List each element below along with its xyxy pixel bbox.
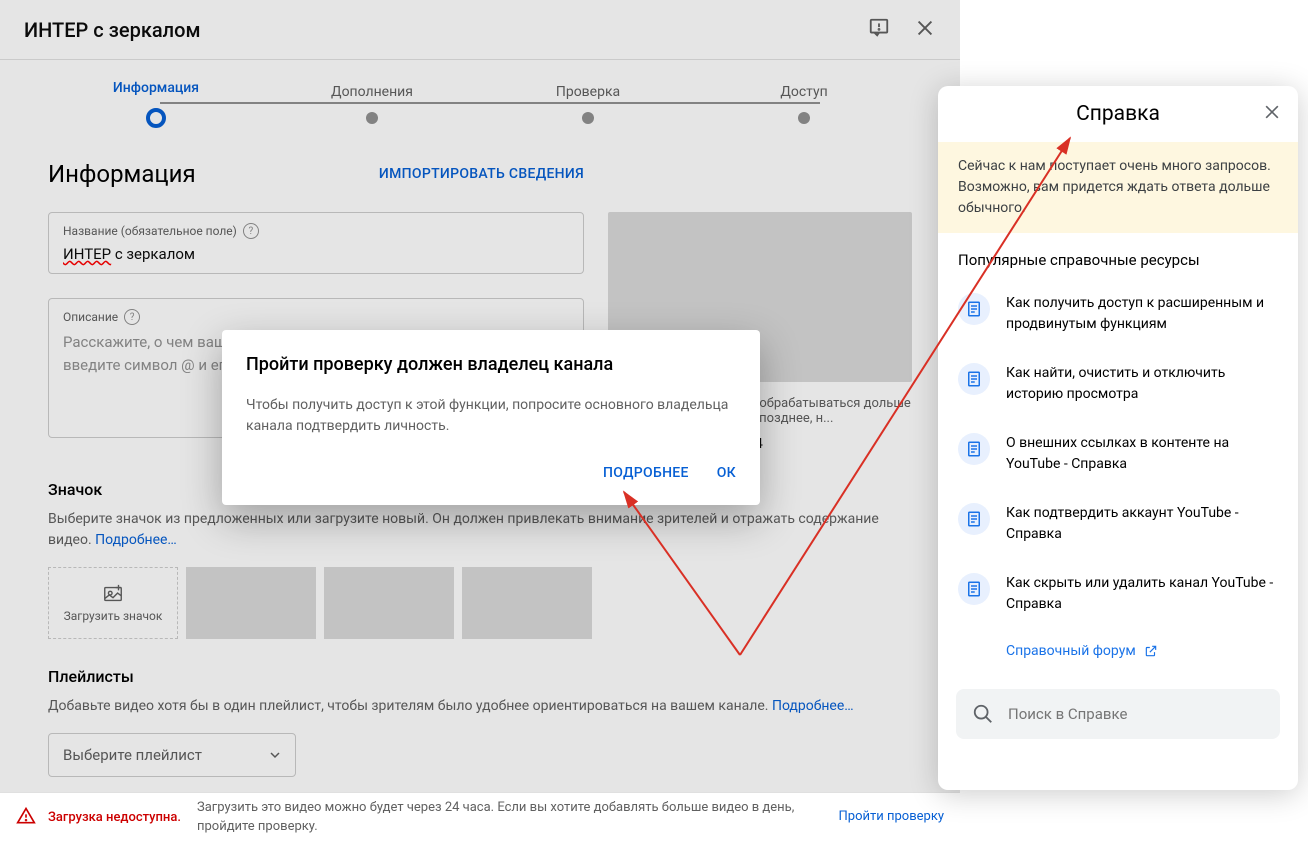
playlist-more-link[interactable]: Подробнее… [772, 698, 854, 714]
step-check[interactable]: Проверка [480, 84, 696, 124]
warning-icon [16, 806, 36, 830]
title-field[interactable]: Название (обязательное поле) ? ИНТЕР с з… [48, 212, 584, 274]
upload-banner: Загрузка недоступна. Загрузить это видео… [0, 792, 960, 842]
modal-title: Пройти проверку должен владелец канала [246, 354, 736, 375]
upload-thumbnail-button[interactable]: Загрузить значок [48, 567, 178, 639]
thumbnail-more-link[interactable]: Подробнее… [95, 532, 177, 548]
title-label: Название (обязательное поле) [63, 224, 237, 238]
search-icon [972, 703, 994, 725]
help-icon[interactable]: ? [243, 223, 259, 239]
help-forum-link[interactable]: Справочный форум [938, 629, 1298, 673]
modal-more-button[interactable]: ПОДРОБНЕЕ [603, 465, 689, 481]
help-item[interactable]: Как подтвердить аккаунт YouTube - Справк… [938, 489, 1298, 559]
help-notice: Сейчас к нам поступает очень много запро… [938, 142, 1298, 233]
step-access[interactable]: Доступ [696, 84, 912, 124]
verification-modal: Пройти проверку должен владелец канала Ч… [222, 330, 760, 505]
help-item[interactable]: Как найти, очистить и отключить историю … [938, 349, 1298, 419]
article-icon [958, 433, 990, 465]
external-link-icon [1144, 644, 1158, 658]
modal-body: Чтобы получить доступ к этой функции, по… [246, 395, 736, 437]
feedback-icon[interactable] [868, 17, 890, 43]
thumbnail-option[interactable] [186, 567, 316, 639]
playlist-desc: Добавьте видео хотя бы в один плейлист, … [48, 696, 912, 717]
help-item[interactable]: Как скрыть или удалить канал YouTube - С… [938, 559, 1298, 629]
article-icon [958, 573, 990, 605]
thumbnail-option[interactable] [462, 567, 592, 639]
article-icon [958, 363, 990, 395]
help-close-button[interactable] [1262, 102, 1282, 126]
stepper: Информация Дополнения Проверка Доступ [0, 60, 960, 160]
chevron-down-icon [269, 749, 281, 761]
help-search[interactable] [956, 689, 1280, 739]
banner-warning: Загрузка недоступна. [48, 810, 181, 825]
article-icon [958, 503, 990, 535]
help-search-input[interactable] [1008, 705, 1264, 723]
step-info[interactable]: Информация [48, 80, 264, 128]
title-value: ИНТЕР с зеркалом [63, 245, 569, 263]
playlist-select[interactable]: Выберите плейлист [48, 733, 296, 777]
thumbnail-option[interactable] [324, 567, 454, 639]
help-item[interactable]: О внешних ссылках в контенте на YouTube … [938, 419, 1298, 489]
thumbnail-desc: Выберите значок из предложенных или загр… [48, 509, 912, 551]
banner-description: Загрузить это видео можно будет через 24… [197, 799, 839, 835]
help-section-title: Популярные справочные ресурсы [938, 233, 1298, 279]
article-icon [958, 293, 990, 325]
close-icon[interactable] [914, 17, 936, 43]
step-additions[interactable]: Дополнения [264, 84, 480, 124]
banner-link[interactable]: Пройти проверку [839, 808, 945, 826]
help-item[interactable]: Как получить доступ к расширенным и прод… [938, 279, 1298, 349]
playlist-title: Плейлисты [48, 667, 912, 686]
modal-ok-button[interactable]: ОК [717, 465, 736, 481]
page-title: ИНТЕР с зеркалом [24, 18, 200, 42]
info-heading: Информация [48, 160, 196, 188]
help-title: Справка [1076, 102, 1160, 126]
help-icon[interactable]: ? [124, 309, 140, 325]
description-label: Описание [63, 310, 118, 324]
help-panel: Справка Сейчас к нам поступает очень мно… [938, 86, 1298, 790]
import-button[interactable]: ИМПОРТИРОВАТЬ СВЕДЕНИЯ [379, 166, 584, 182]
